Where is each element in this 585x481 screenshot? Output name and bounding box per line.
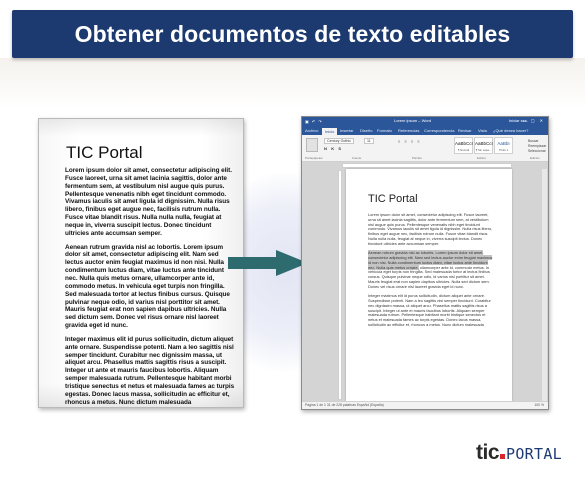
- font-size-select[interactable]: 11: [364, 138, 374, 144]
- word-window: ▣ ↶ ↷ Lorem ipsum – Word Iniciar ses. – …: [301, 116, 549, 410]
- word-paragraph: Lorem ipsum dolor sit amet, consectetur …: [368, 212, 493, 246]
- logo-text-portal: PORTAL: [506, 445, 563, 463]
- editing-group: Buscar Reemplazar Seleccionar: [528, 139, 546, 154]
- group-label-editing: Edición: [530, 156, 540, 160]
- style-name: ¶ Sin espa...: [475, 148, 492, 152]
- style-name: Título 1: [498, 148, 509, 152]
- scanned-paragraph: Integer maximus elit id purus sollicitud…: [65, 335, 235, 406]
- scanned-document: TIC Portal Lorem ipsum dolor sit amet, c…: [38, 118, 244, 408]
- status-bar: Página 1 de 1 31 de 228 palabras Español…: [302, 401, 548, 409]
- group-label-paragraph: Párrafo: [412, 156, 422, 160]
- word-window-title: Lorem ipsum – Word: [394, 118, 432, 123]
- scanned-doc-title: TIC Portal: [66, 143, 143, 162]
- ticportal-logo: tic PORTAL: [476, 441, 563, 464]
- style-normal[interactable]: AaBbCcI ¶ Normal: [454, 137, 473, 154]
- style-sample: AaBbCcI: [455, 141, 473, 146]
- tab-diseno[interactable]: Diseño: [360, 128, 372, 133]
- tab-formato[interactable]: Formato: [377, 128, 392, 133]
- word-doc-body: Lorem ipsum dolor sit amet, consectetur …: [368, 212, 493, 333]
- document-page[interactable]: TIC Portal Lorem ipsum dolor sit amet, c…: [346, 169, 512, 401]
- group-label-clipboard: Portapapeles: [305, 156, 323, 160]
- tab-inicio[interactable]: Inicio: [322, 128, 338, 135]
- style-name: ¶ Normal: [457, 148, 470, 152]
- paragraph-tools[interactable]: ≡ ≡ ≡ ≡: [398, 139, 421, 144]
- font-name-select[interactable]: Century Gothic: [324, 138, 354, 144]
- tab-revisar[interactable]: Revisar: [458, 128, 472, 133]
- quick-access-icons[interactable]: ▣ ↶ ↷: [305, 119, 323, 124]
- group-label-font: Fuente: [352, 156, 362, 160]
- tab-referencias[interactable]: Referencias: [398, 128, 419, 133]
- vertical-ruler[interactable]: [338, 170, 342, 400]
- window-controls[interactable]: – ▢ ✕: [523, 118, 545, 123]
- logo-dot: [500, 454, 506, 459]
- style-heading-1[interactable]: AaBbI Título 1: [494, 137, 513, 154]
- scanned-doc-body: Lorem ipsum dolor sit amet, consectetur …: [65, 167, 237, 407]
- tab-correspondencia[interactable]: Correspondencia: [424, 128, 454, 133]
- title-banner: Obtener documentos de texto editables: [12, 10, 573, 58]
- paste-button[interactable]: [306, 138, 318, 152]
- word-doc-title: TIC Portal: [368, 193, 418, 205]
- format-buttons[interactable]: N K S: [324, 146, 343, 151]
- logo-text-tic: tic: [476, 441, 500, 464]
- vertical-scrollbar[interactable]: [542, 169, 547, 401]
- select-button[interactable]: Seleccionar: [528, 149, 546, 154]
- word-titlebar: ▣ ↶ ↷ Lorem ipsum – Word Iniciar ses. – …: [302, 117, 548, 127]
- ribbon-tabs: Archivo Inicio Insertar Diseño Formato R…: [302, 127, 548, 135]
- style-sample: AaBbI: [497, 141, 510, 146]
- word-paragraph: Integer maximus elit id purus sollicitud…: [368, 293, 491, 327]
- tell-me-box[interactable]: ¿Qué desea hacer?: [493, 128, 528, 133]
- tab-vista[interactable]: Vista: [478, 128, 487, 133]
- word-paragraph-selected: Aenean rutrum gravida nisl ac lobortis. …: [368, 250, 493, 289]
- tab-archivo[interactable]: Archivo: [305, 128, 318, 133]
- group-label-styles: Estilos: [477, 156, 486, 160]
- zoom-level[interactable]: 100 %: [534, 403, 544, 407]
- page-title: Obtener documentos de texto editables: [74, 20, 511, 47]
- ribbon: Century Gothic 11 N K S ≡ ≡ ≡ ≡ AaBbCcI …: [302, 135, 548, 162]
- scanned-paragraph: Aenean rutrum gravida nisl ac lobortis. …: [65, 243, 230, 330]
- horizontal-ruler[interactable]: [342, 163, 512, 168]
- status-info: Página 1 de 1 31 de 228 palabras Español…: [305, 403, 384, 407]
- style-no-spacing[interactable]: AaBbCcI ¶ Sin espa...: [474, 137, 493, 154]
- tab-insertar[interactable]: Insertar: [340, 128, 354, 133]
- right-arrow-icon: [228, 250, 308, 276]
- scanned-paragraph: Lorem ipsum dolor sit amet, consectetur …: [65, 167, 232, 237]
- style-sample: AaBbCcI: [475, 141, 493, 146]
